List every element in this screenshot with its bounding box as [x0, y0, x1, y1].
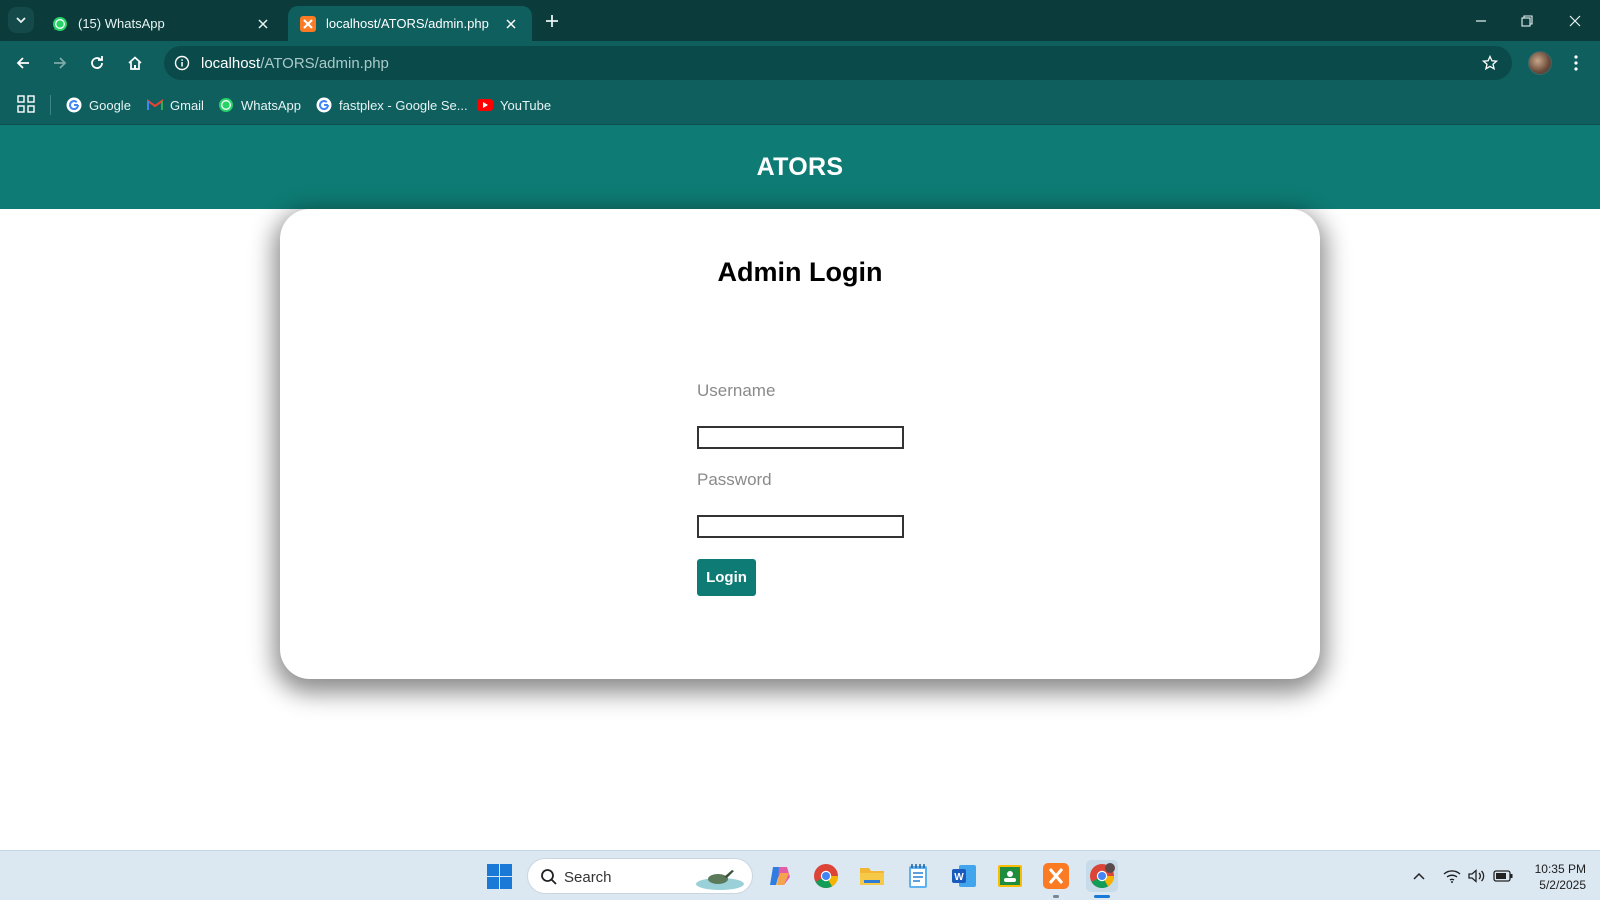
chevron-down-icon: [16, 17, 26, 24]
tab-admin[interactable]: localhost/ATORS/admin.php: [288, 6, 532, 41]
bookmarks-divider: [50, 95, 51, 115]
bookmark-label: Google: [89, 97, 131, 113]
site-header: ATORS: [0, 125, 1600, 209]
bookmark-star-icon[interactable]: [1480, 53, 1500, 73]
home-icon: [128, 56, 142, 70]
file-explorer-icon[interactable]: [856, 860, 888, 892]
word-icon[interactable]: W: [948, 860, 980, 892]
whatsapp-icon: [52, 16, 68, 32]
apps-grid-icon[interactable]: [16, 94, 36, 114]
whatsapp-icon: [218, 97, 234, 113]
username-input[interactable]: [697, 426, 904, 449]
taskbar-search[interactable]: Search: [527, 858, 753, 894]
forward-button[interactable]: [45, 48, 75, 78]
username-label: Username: [697, 381, 776, 400]
login-button[interactable]: Login: [697, 559, 756, 596]
bookmark-whatsapp[interactable]: WhatsApp: [218, 94, 301, 116]
tab-title: localhost/ATORS/admin.php: [326, 16, 489, 31]
arrow-left-icon: [16, 57, 29, 69]
xampp-icon[interactable]: [1040, 860, 1072, 898]
plus-icon: [546, 15, 558, 27]
password-label: Password: [697, 470, 772, 489]
menu-button[interactable]: [1566, 52, 1586, 74]
browser-toolbar: localhost/ATORS/admin.php: [0, 41, 1600, 84]
clock-time: 10:35 PM: [1534, 862, 1586, 876]
reload-button[interactable]: [82, 48, 112, 78]
minimize-button[interactable]: [1458, 0, 1504, 41]
back-button[interactable]: [8, 48, 38, 78]
arrow-right-icon: [54, 57, 67, 69]
site-title: ATORS: [756, 152, 844, 181]
close-icon[interactable]: [502, 15, 520, 33]
bookmark-label: Gmail: [170, 97, 204, 113]
bookmark-google[interactable]: Google: [66, 94, 131, 116]
restore-icon: [1521, 14, 1533, 27]
chevron-up-icon[interactable]: [1408, 864, 1430, 888]
bookmark-gmail[interactable]: Gmail: [147, 94, 204, 116]
tab-title: (15) WhatsApp: [78, 16, 165, 31]
login-title: Admin Login: [717, 257, 883, 287]
bookmark-youtube[interactable]: YouTube: [477, 94, 551, 116]
address-bar[interactable]: localhost/ATORS/admin.php: [164, 46, 1512, 80]
url-path: /ATORS/admin.php: [260, 55, 389, 72]
battery-icon[interactable]: [1492, 864, 1514, 888]
clock-date: 5/2/2025: [1539, 878, 1586, 892]
gmail-icon: [147, 97, 163, 113]
more-vertical-icon: [1574, 55, 1578, 71]
chrome-profile-icon[interactable]: [1086, 860, 1118, 898]
system-clock[interactable]: 10:35 PM 5/2/2025: [1516, 861, 1586, 893]
tab-whatsapp[interactable]: (15) WhatsApp: [40, 6, 284, 41]
search-highlight-icon: [696, 870, 744, 890]
url-text: localhost/ATORS/admin.php: [201, 55, 389, 72]
minimize-icon: [1476, 19, 1486, 22]
tab-search-button[interactable]: [8, 7, 34, 33]
xampp-icon: [300, 15, 316, 32]
search-icon: [541, 869, 557, 885]
url-host: localhost: [201, 55, 261, 72]
close-window-button[interactable]: [1552, 0, 1598, 41]
google-icon: [66, 97, 82, 113]
copilot-icon[interactable]: [764, 860, 796, 892]
site-info-icon[interactable]: [172, 53, 192, 73]
login-card: Admin Login Username Password Login: [280, 209, 1320, 679]
google-icon: [316, 97, 332, 113]
restore-button[interactable]: [1504, 0, 1550, 41]
close-icon[interactable]: [254, 15, 272, 33]
bookmark-label: fastplex - Google Se...: [339, 97, 468, 113]
volume-icon[interactable]: [1466, 864, 1488, 888]
windows-start-icon[interactable]: [487, 864, 512, 889]
notepad-icon[interactable]: [902, 860, 934, 892]
taskbar: Search W 10:35 PM 5/2/2025: [0, 850, 1600, 900]
youtube-icon: [477, 97, 493, 113]
bookmark-label: WhatsApp: [241, 97, 301, 113]
password-input[interactable]: [697, 515, 904, 538]
search-placeholder: Search: [564, 869, 612, 886]
home-button[interactable]: [120, 48, 150, 78]
bookmarks-bar: Google Gmail WhatsApp fastplex - Google …: [0, 84, 1600, 125]
chrome-icon[interactable]: [810, 860, 842, 892]
tab-strip: (15) WhatsApp localhost/ATORS/admin.php: [0, 0, 1600, 41]
close-icon: [1569, 15, 1581, 26]
bookmark-fastplex[interactable]: fastplex - Google Se...: [316, 94, 468, 116]
profile-avatar[interactable]: [1528, 51, 1552, 75]
svg-text:W: W: [954, 872, 964, 883]
classroom-icon[interactable]: [994, 860, 1026, 892]
wifi-icon[interactable]: [1441, 864, 1463, 888]
new-tab-button[interactable]: [540, 9, 564, 33]
reload-icon: [91, 56, 103, 69]
bookmark-label: YouTube: [500, 97, 552, 113]
